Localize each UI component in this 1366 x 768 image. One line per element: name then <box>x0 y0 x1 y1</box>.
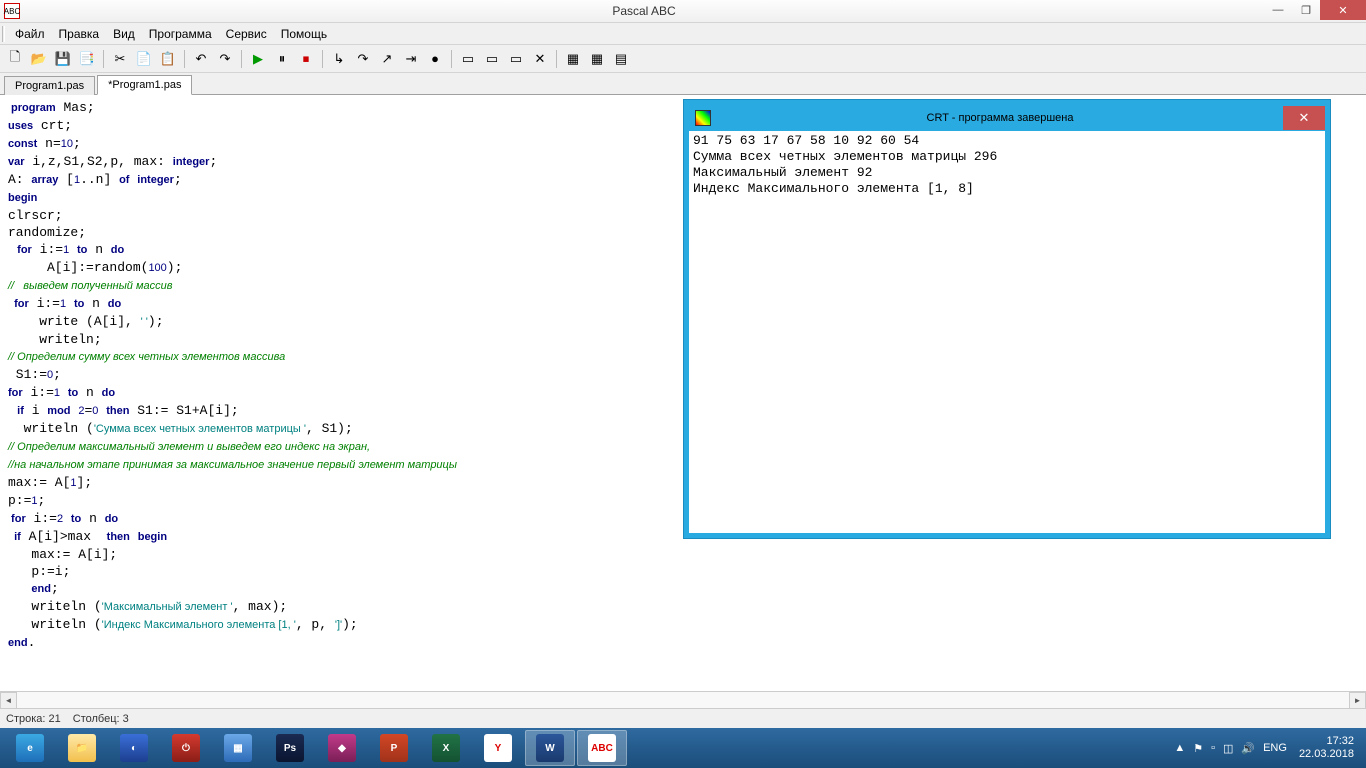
editor-tabs: Program1.pas*Program1.pas <box>0 73 1366 95</box>
tray-volume-icon[interactable]: 🔊 <box>1241 742 1255 755</box>
stop-icon[interactable]: ⏹ <box>295 48 317 70</box>
app-icon-4[interactable]: ◆ <box>317 730 367 766</box>
excel-icon[interactable]: X <box>421 730 471 766</box>
pascal-icon[interactable]: ABC <box>577 730 627 766</box>
app-icon-2[interactable]: ⏻ <box>161 730 211 766</box>
powerpoint-icon[interactable]: P <box>369 730 419 766</box>
maximize-button[interactable]: ❐ <box>1292 0 1320 20</box>
tray-wifi-icon[interactable]: ◫ <box>1223 742 1233 755</box>
menu-программа[interactable]: Программа <box>142 24 219 44</box>
statusbar: Строка: 21 Столбец: 3 <box>0 708 1366 728</box>
props-icon[interactable]: ▤ <box>610 48 632 70</box>
ie-icon[interactable]: e <box>5 730 55 766</box>
scroll-right-button[interactable]: ► <box>1349 692 1366 709</box>
run-icon[interactable]: ▶ <box>247 48 269 70</box>
redo-icon[interactable]: ↷ <box>214 48 236 70</box>
undo-icon[interactable]: ↶ <box>190 48 212 70</box>
tray-flag-icon[interactable]: ⚑ <box>1193 742 1203 755</box>
yandex-icon[interactable]: Y <box>473 730 523 766</box>
form-icon[interactable]: ▦ <box>586 48 608 70</box>
menu-помощь[interactable]: Помощь <box>274 24 334 44</box>
design-icon[interactable]: ▦ <box>562 48 584 70</box>
menu-сервис[interactable]: Сервис <box>219 24 274 44</box>
new-file-icon[interactable]: 🗋 <box>4 48 26 70</box>
tray-up-icon[interactable]: ▲ <box>1174 742 1185 754</box>
menu-вид[interactable]: Вид <box>106 24 142 44</box>
menubar: ФайлПравкаВидПрограммаСервисПомощь <box>0 23 1366 45</box>
crt-titlebar[interactable]: CRT - программа завершена ✕ <box>689 105 1325 131</box>
scroll-track[interactable] <box>17 692 1349 708</box>
minimize-button[interactable]: — <box>1264 0 1292 20</box>
word-icon[interactable]: W <box>525 730 575 766</box>
step-out-icon[interactable]: ↗ <box>376 48 398 70</box>
close-panel-icon[interactable]: ✕ <box>529 48 551 70</box>
open-file-icon[interactable]: 📂 <box>28 48 50 70</box>
step-over-icon[interactable]: ↷ <box>352 48 374 70</box>
crt-output-body: 91 75 63 17 67 58 10 92 60 54 Сумма всех… <box>689 131 1325 533</box>
close-button[interactable]: ✕ <box>1320 0 1366 20</box>
tray-lang[interactable]: ENG <box>1263 742 1287 754</box>
save-all-icon[interactable]: 📑 <box>76 48 98 70</box>
system-tray: ▲ ⚑ ▫ ◫ 🔊 ENG 17:32 22.03.2018 <box>1166 728 1366 768</box>
menu-файл[interactable]: Файл <box>8 24 52 44</box>
breakpoint-icon[interactable]: ● <box>424 48 446 70</box>
window-title: Pascal ABC <box>24 4 1264 18</box>
save-icon[interactable]: 💾 <box>52 48 74 70</box>
scrollbar-horizontal[interactable]: ◄ ► <box>0 691 1366 708</box>
app-icon-1[interactable]: ◐ <box>109 730 159 766</box>
grip-icon <box>2 26 5 42</box>
app-icon-3[interactable]: ▦ <box>213 730 263 766</box>
menu-правка[interactable]: Правка <box>52 24 107 44</box>
paste-icon[interactable]: 📋 <box>157 48 179 70</box>
explorer-icon[interactable]: 📁 <box>57 730 107 766</box>
copy-icon[interactable]: 📄 <box>133 48 155 70</box>
titlebar: ABC Pascal ABC — ❐ ✕ <box>0 0 1366 23</box>
output-icon[interactable]: ▭ <box>505 48 527 70</box>
pause-icon[interactable]: ⏸ <box>271 48 293 70</box>
app-icon: ABC <box>4 3 20 19</box>
run-to-cursor-icon[interactable]: ⇥ <box>400 48 422 70</box>
crt-title-text: CRT - программа завершена <box>717 112 1283 124</box>
clock[interactable]: 17:32 22.03.2018 <box>1299 735 1354 761</box>
tab[interactable]: *Program1.pas <box>97 75 192 95</box>
crt-output-window[interactable]: CRT - программа завершена ✕ 91 75 63 17 … <box>684 100 1330 538</box>
watch-icon[interactable]: ▭ <box>457 48 479 70</box>
toolbar: 🗋📂💾📑✂📄📋↶↷▶⏸⏹↳↷↗⇥●▭▭▭✕▦▦▤ <box>0 45 1366 73</box>
step-into-icon[interactable]: ↳ <box>328 48 350 70</box>
scroll-left-button[interactable]: ◄ <box>0 692 17 709</box>
crt-icon <box>695 110 711 126</box>
taskbar: e📁◐⏻▦Ps◆PXYWABC ▲ ⚑ ▫ ◫ 🔊 ENG 17:32 22.0… <box>0 728 1366 768</box>
tab[interactable]: Program1.pas <box>4 76 95 95</box>
cut-icon[interactable]: ✂ <box>109 48 131 70</box>
locals-icon[interactable]: ▭ <box>481 48 503 70</box>
content-area: program Mas; uses crt; const n=10; var i… <box>0 95 1366 691</box>
tray-network-icon[interactable]: ▫ <box>1211 742 1215 754</box>
photoshop-icon[interactable]: Ps <box>265 730 315 766</box>
crt-close-button[interactable]: ✕ <box>1283 106 1325 130</box>
